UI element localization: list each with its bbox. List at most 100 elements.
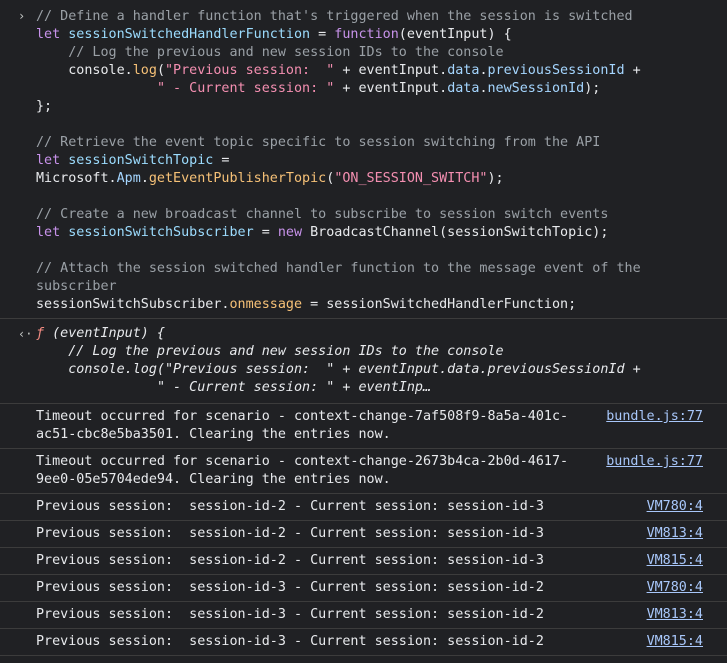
log-message: Previous session: session-id-3 - Current… — [36, 634, 544, 649]
code-token: ); — [584, 81, 601, 96]
log-entry: Previous session: session-id-2 - Current… — [0, 548, 727, 575]
devtools-console: › // Define a handler function that's tr… — [0, 0, 727, 663]
code-line: // Retrieve the event topic specific to … — [36, 134, 717, 152]
code-token: . — [479, 81, 488, 96]
code-line: let sessionSwitchSubscriber = new Broadc… — [36, 224, 717, 242]
code-token: = sessionSwitchedHandlerFunction; — [302, 297, 577, 312]
result-line: console.log("Previous session: " + event… — [36, 361, 717, 379]
code-token: sessionSwitchSubscriber — [68, 225, 254, 240]
log-source-link[interactable]: bundle.js:77 — [606, 453, 703, 471]
log-entry: Timeout occurred for scenario - context-… — [0, 449, 727, 494]
code-token: = — [253, 225, 278, 240]
result-token: console.log( — [36, 362, 165, 377]
return-value-icon: ‹· — [18, 327, 33, 341]
code-token: + eventInput. — [334, 63, 448, 78]
log-entry: Previous session: session-id-3 - Current… — [0, 602, 727, 629]
log-entry: Previous session: session-id-2 - Current… — [0, 521, 727, 548]
code-token: previousSessionId — [487, 63, 625, 78]
result-token: (eventInput) { — [44, 326, 165, 341]
log-message: Timeout occurred for scenario - context-… — [36, 409, 569, 442]
code-token: + eventInput. — [334, 81, 448, 96]
code-token: " - Current session: " — [156, 81, 335, 96]
log-source-link[interactable]: VM815:4 — [647, 633, 703, 651]
log-entry: Timeout occurred for scenario - context-… — [0, 404, 727, 449]
code-line: // Define a handler function that's trig… — [36, 8, 717, 26]
log-message: Previous session: session-id-2 - Current… — [36, 553, 544, 568]
result-line: ƒ (eventInput) { — [36, 325, 717, 343]
code-line: }; — [36, 98, 717, 116]
result-line: " - Current session: " + eventInp… — [36, 379, 717, 397]
code-line: sessionSwitchSubscriber.onmessage = sess… — [36, 296, 717, 314]
code-line: console.log("Previous session: " + event… — [36, 62, 717, 80]
code-token: "Previous session: " — [165, 63, 335, 78]
code-token: "ON_SESSION_SWITCH" — [334, 171, 488, 186]
code-token: sessionSwitchTopic — [68, 153, 214, 168]
log-source-link[interactable]: VM815:4 — [647, 552, 703, 570]
result-token: // Log the previous and new session IDs … — [68, 344, 504, 359]
code-token: function — [334, 27, 399, 42]
code-token: ( — [156, 63, 165, 78]
console-input-block[interactable]: › // Define a handler function that's tr… — [0, 0, 727, 319]
function-result[interactable]: ƒ (eventInput) { // Log the previous and… — [36, 325, 717, 397]
log-source-link[interactable]: VM813:4 — [647, 525, 703, 543]
code-token: // Retrieve the event topic specific to … — [36, 135, 601, 150]
log-source-link[interactable]: VM813:4 — [647, 606, 703, 624]
code-token: data — [447, 63, 480, 78]
code-token: sessionSwitchSubscriber. — [36, 297, 230, 312]
code-token: . — [140, 171, 149, 186]
console-log-list: Timeout occurred for scenario - context-… — [0, 404, 727, 656]
code-input[interactable]: // Define a handler function that's trig… — [36, 8, 717, 314]
code-line: // Attach the session switched handler f… — [36, 260, 717, 278]
code-line: " - Current session: " + eventInput.data… — [36, 80, 717, 98]
code-token: // Log the previous and new session IDs … — [68, 45, 504, 60]
code-token: let — [36, 153, 69, 168]
code-line: // Create a new broadcast channel to sub… — [36, 206, 717, 224]
log-message: Timeout occurred for scenario - context-… — [36, 454, 569, 487]
result-token: " - Current session: " — [156, 380, 335, 395]
code-token: onmessage — [229, 297, 303, 312]
code-line: // Log the previous and new session IDs … — [36, 44, 717, 62]
code-token: // Attach the session switched handler f… — [36, 261, 641, 276]
result-token — [36, 380, 157, 395]
log-entry: Previous session: session-id-2 - Current… — [0, 494, 727, 521]
log-source-link[interactable]: bundle.js:77 — [606, 408, 703, 426]
log-message: Previous session: session-id-2 - Current… — [36, 526, 544, 541]
code-token: }; — [36, 99, 53, 114]
code-token: Apm — [116, 171, 141, 186]
code-line: let sessionSwitchTopic = — [36, 152, 717, 170]
result-token: + eventInput.data.previousSessionId + — [334, 362, 641, 377]
code-line: subscriber — [36, 278, 717, 296]
log-message: Previous session: session-id-2 - Current… — [36, 499, 544, 514]
code-token: // Create a new broadcast channel to sub… — [36, 207, 609, 222]
code-line: Microsoft.Apm.getEventPublisherTopic("ON… — [36, 170, 717, 188]
log-entry: Previous session: session-id-3 - Current… — [0, 575, 727, 602]
code-token: . — [479, 63, 488, 78]
code-token: let — [36, 27, 69, 42]
code-line: let sessionSwitchedHandlerFunction = fun… — [36, 26, 717, 44]
result-line: // Log the previous and new session IDs … — [36, 343, 717, 361]
code-token: Microsoft. — [36, 171, 117, 186]
code-token: BroadcastChannel(sessionSwitchTopic); — [310, 225, 609, 240]
code-token: new — [277, 225, 311, 240]
code-token: = — [213, 153, 230, 168]
log-source-link[interactable]: VM780:4 — [647, 498, 703, 516]
log-source-link[interactable]: VM780:4 — [647, 579, 703, 597]
console-result-block[interactable]: ‹· ƒ (eventInput) { // Log the previous … — [0, 319, 727, 404]
code-token: data — [447, 81, 480, 96]
log-entry: Previous session: session-id-3 - Current… — [0, 629, 727, 656]
code-token: + — [624, 63, 641, 78]
code-token: = — [310, 27, 335, 42]
expand-chevron-icon[interactable]: › — [18, 9, 30, 23]
code-token: newSessionId — [487, 81, 585, 96]
code-token: console. — [36, 63, 133, 78]
code-token: log — [132, 63, 157, 78]
result-token — [36, 344, 68, 359]
result-token: "Previous session: " — [165, 362, 335, 377]
result-token: + eventInp… — [334, 380, 432, 395]
code-token: ); — [487, 171, 504, 186]
